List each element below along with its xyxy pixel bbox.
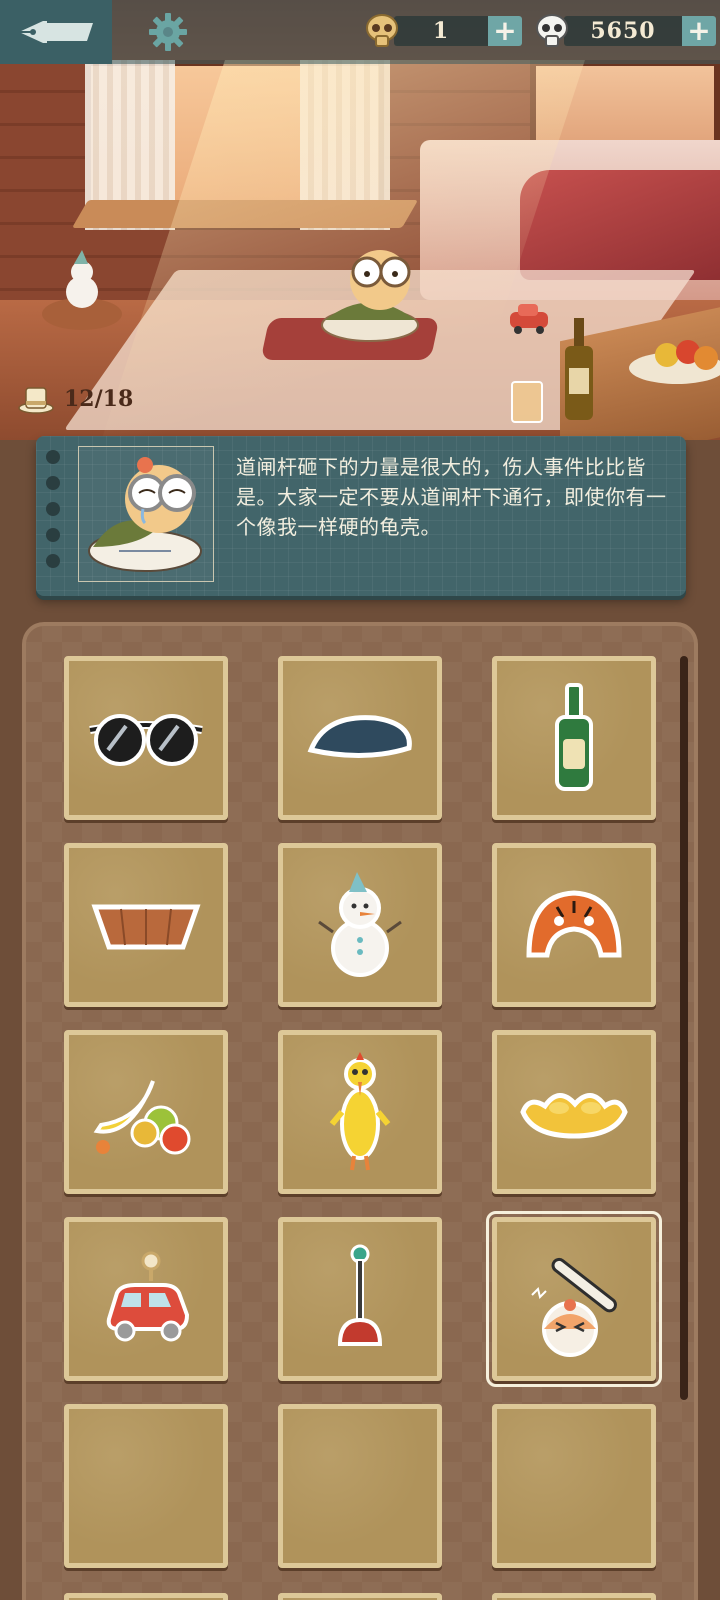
- toy-car-icon: [106, 1251, 190, 1342]
- inventory-slot-tiger-hat[interactable]: [492, 843, 656, 1007]
- basket-icon: [91, 904, 201, 950]
- inventory-slot-basket[interactable]: [64, 843, 228, 1007]
- blanket: [520, 170, 720, 280]
- inventory-slot-toy-car[interactable]: [64, 1217, 228, 1381]
- dialog-text: 道闸杆砸下的力量是很大的，伤人事件比比皆是。大家一定不要从道闸杆下通行，即使你有…: [236, 455, 667, 539]
- plunger-icon: [337, 1244, 383, 1346]
- inventory-grid: [64, 656, 664, 1568]
- scene-snowman-icon: [42, 250, 122, 330]
- beret-icon: [307, 715, 412, 759]
- inventory-slot-gold-ingot[interactable]: [492, 1030, 656, 1194]
- scene-fruit-bowl-icon: [629, 340, 720, 384]
- hats-collected-count: 12/18: [64, 386, 134, 412]
- skull-coin-icon: [362, 11, 402, 51]
- inventory-slot-snowman[interactable]: [278, 843, 442, 1007]
- scene-glass-icon: [511, 381, 543, 423]
- hat-counter: 12/18: [18, 384, 133, 414]
- currency-panda-coin: 5650 +: [532, 14, 716, 48]
- skull-coin-amount: 1: [394, 16, 488, 46]
- inventory-slot-partial: [492, 1593, 656, 1600]
- tiger-hat-icon: [526, 890, 622, 958]
- story-dialog: 道闸杆砸下的力量是很大的，伤人事件比比皆是。大家一定不要从道闸杆下通行，即使你有…: [36, 436, 686, 596]
- settings-button[interactable]: [144, 8, 192, 56]
- inventory-slot-beret[interactable]: [278, 656, 442, 820]
- scene-bottle-icon: [565, 318, 593, 420]
- fruit-icon: [93, 1080, 191, 1155]
- barrier-bird-icon: [531, 1257, 617, 1357]
- panda-coin-amount: 5650: [564, 16, 682, 46]
- currency-skull-coin: 1 +: [362, 14, 522, 48]
- snowman-icon: [318, 872, 402, 977]
- top-bar: 1 + 5650 +: [0, 0, 720, 64]
- gear-icon: [149, 13, 187, 51]
- top-hat-icon: [18, 387, 54, 414]
- inventory-slot-fruit[interactable]: [64, 1030, 228, 1194]
- pen-button[interactable]: [0, 0, 112, 64]
- gold-ingot-icon: [520, 1093, 628, 1139]
- bottle-icon: [555, 683, 593, 791]
- notebook-holes: [46, 450, 60, 568]
- inventory-scrollbar[interactable]: [680, 656, 688, 1400]
- room-scene: [0, 0, 720, 440]
- fountain-pen-icon: [19, 21, 93, 43]
- scene-toy-car-icon: [510, 304, 548, 334]
- inventory-slot-empty[interactable]: [278, 1404, 442, 1568]
- inventory-slot-empty[interactable]: [64, 1404, 228, 1568]
- sunglasses-icon: [89, 714, 203, 766]
- turtle-with-glasses-icon: [88, 457, 202, 572]
- inventory-slot-rubber-chicken[interactable]: [278, 1030, 442, 1194]
- inventory-slot-sunglasses[interactable]: [64, 656, 228, 820]
- inventory-slot-empty[interactable]: [492, 1404, 656, 1568]
- panda-coin-icon: [532, 11, 572, 51]
- add-skull-coin-button[interactable]: +: [488, 16, 522, 46]
- inventory-slot-partial: [64, 1593, 228, 1600]
- turtle-character-icon[interactable]: [305, 240, 435, 350]
- inventory-slot-plunger[interactable]: [278, 1217, 442, 1381]
- character-portrait: [78, 446, 214, 582]
- inventory-slot-bottle[interactable]: [492, 656, 656, 820]
- inventory-slot-partial: [278, 1593, 442, 1600]
- rubber-chicken-icon: [329, 1052, 391, 1171]
- add-panda-coin-button[interactable]: +: [682, 16, 716, 46]
- inventory-slot-barrier-bird[interactable]: [486, 1211, 662, 1387]
- inventory-next-row: [64, 1593, 664, 1600]
